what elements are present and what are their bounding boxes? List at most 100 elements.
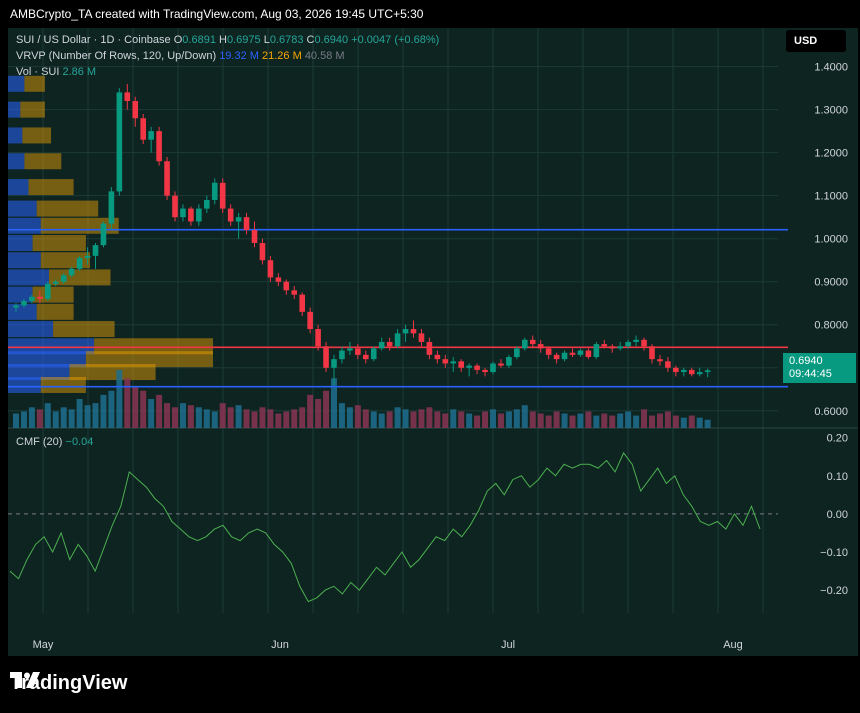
volume-bar	[434, 411, 441, 428]
month-label: May	[33, 639, 54, 651]
volume-bar	[124, 378, 131, 428]
candle-body	[529, 339, 536, 345]
volume-bar	[561, 413, 568, 428]
currency-button[interactable]: USD	[786, 30, 846, 52]
candle-body	[545, 348, 552, 355]
candle-body	[402, 329, 409, 334]
candle-body	[196, 208, 202, 222]
candle-body	[673, 367, 679, 373]
volume-bar	[259, 407, 266, 428]
candle-body	[681, 369, 687, 373]
volume-bar	[490, 409, 496, 428]
low-value: 0.6783	[269, 34, 304, 46]
candle-body	[339, 350, 345, 360]
candle-body	[283, 281, 290, 291]
volume-bar	[100, 394, 107, 428]
volume-profile-down-bar	[24, 75, 45, 92]
change-value: +0.0047 (+0.68%)	[351, 34, 440, 46]
high-label: H	[219, 34, 227, 46]
vrvp-total-value: 40.58 M	[304, 50, 345, 62]
volume-bar	[84, 405, 91, 428]
volume-bar	[68, 409, 75, 428]
volume-bar	[370, 411, 377, 428]
cmf-axis-label: 0.00	[827, 509, 848, 521]
candle-body	[490, 363, 496, 373]
volume-profile-up-bar	[8, 200, 37, 217]
volume-profile-up-bar	[8, 303, 37, 320]
volume-profile-down-bar	[24, 153, 62, 170]
volume-bar	[354, 405, 361, 428]
volume-profile-up-bar	[8, 127, 23, 144]
candle-body	[235, 217, 242, 222]
tradingview-logo-icon	[10, 672, 40, 688]
candle-body	[386, 341, 393, 347]
candle-body	[696, 372, 703, 375]
volume-bar	[346, 407, 353, 428]
candle-body	[466, 365, 472, 368]
candle-body	[315, 329, 321, 347]
tradingview-logo[interactable]: TradingView	[10, 672, 127, 695]
candle-body	[299, 294, 305, 312]
candle-body	[434, 354, 441, 360]
volume-profile-down-bar	[32, 235, 86, 251]
candle-body	[45, 283, 51, 299]
header-text: AMBCrypto_TA created with TradingView.co…	[10, 7, 424, 21]
volume-bar	[148, 399, 155, 428]
volume-bar	[410, 411, 417, 428]
candle-body	[474, 365, 480, 370]
volume-profile-up-bar	[8, 235, 33, 251]
candle-body	[219, 182, 226, 209]
volume-profile-up-bar	[8, 153, 25, 170]
volume-bar	[545, 415, 552, 428]
volume-bar	[617, 413, 624, 428]
candle-body	[561, 352, 568, 360]
candle-body	[211, 182, 218, 200]
volume-bar	[243, 409, 250, 428]
volume-bar	[251, 411, 258, 428]
candle-body	[458, 361, 464, 368]
candle-body	[537, 344, 544, 349]
volume-bar	[680, 417, 687, 428]
candle-body	[68, 268, 75, 276]
volume-bar	[593, 415, 600, 428]
candle-body	[593, 344, 600, 358]
candle-body	[363, 354, 369, 360]
candle-body	[688, 369, 695, 375]
volume-bar	[52, 411, 59, 428]
price-axis-label: 1.2000	[814, 148, 848, 160]
volume-bar	[672, 415, 679, 428]
vrvp-up-value: 19.32 M	[219, 50, 259, 62]
volume-bar	[513, 409, 520, 428]
candle-body	[52, 281, 59, 284]
candle-body	[251, 230, 258, 243]
price-axis-label: 0.6000	[814, 406, 848, 418]
volume-profile-up-bar	[8, 101, 21, 118]
volume-bar	[569, 415, 576, 428]
candle-body	[275, 277, 282, 282]
volume-profile-down-bar	[36, 200, 99, 217]
volume-bar	[553, 411, 560, 428]
cmf-axis-label: −0.10	[820, 547, 848, 559]
volume-bar	[442, 413, 449, 428]
price-chart[interactable]: 1.4000 1.3000 1.2000 1.1000 1.0000 0.9000 0.80…	[8, 28, 858, 656]
symbol-name: SUI / US Dollar · 1D · Coinbase	[16, 34, 171, 46]
volume-bar	[44, 403, 51, 428]
volume-bar	[474, 415, 481, 428]
volume-bar	[219, 403, 226, 428]
candle-body	[108, 191, 115, 224]
candle-body	[410, 329, 417, 334]
volume-profile-down-bar	[40, 376, 86, 393]
volume-bar	[275, 413, 282, 428]
volume-bar	[267, 409, 274, 428]
volume-bar	[482, 411, 489, 428]
candle-body	[569, 352, 576, 355]
volume-profile-down-bar	[22, 127, 52, 144]
volume-bar	[211, 411, 218, 428]
volume-bar	[299, 407, 306, 428]
candle-body	[665, 361, 671, 368]
chart-panel[interactable]: 1.4000 1.3000 1.2000 1.1000 1.0000 0.9000 0.80…	[8, 28, 858, 656]
volume-bar	[235, 405, 242, 428]
volume-bar	[60, 407, 67, 428]
volume-bar	[20, 411, 27, 428]
price-axis-label: 1.1000	[814, 191, 848, 203]
